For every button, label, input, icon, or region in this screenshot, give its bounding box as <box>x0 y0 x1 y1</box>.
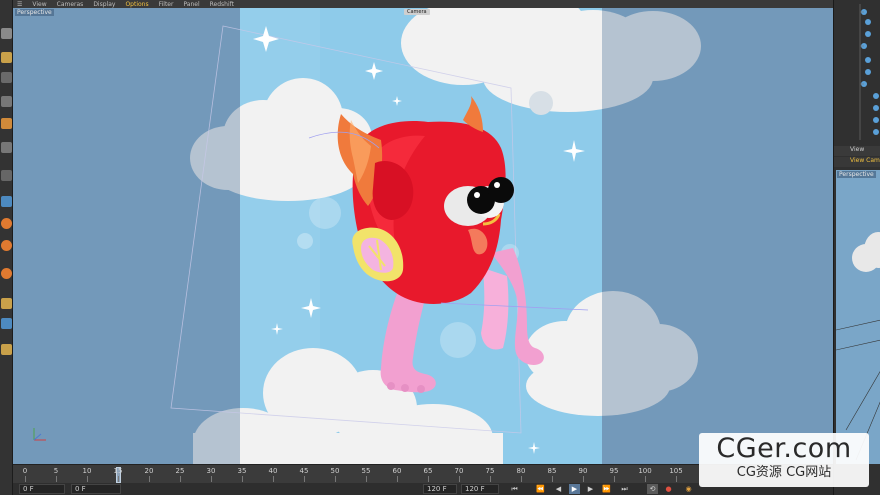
timeline-tick-label: 50 <box>330 467 340 475</box>
watermark-sub-text: CG资源 CG网站 <box>736 465 832 480</box>
perspective-viewport[interactable]: Perspective Camera <box>13 8 833 464</box>
menu-view[interactable]: View <box>32 1 46 8</box>
move-tool-icon[interactable] <box>1 96 12 107</box>
previous-frame-icon[interactable]: ◀ <box>553 484 564 494</box>
right-viewport-label[interactable]: Perspective <box>837 171 876 178</box>
timeline-tick-label: 80 <box>516 467 526 475</box>
active-camera-label[interactable]: Camera <box>404 9 430 15</box>
workplane-icon[interactable] <box>1 318 12 329</box>
timeline-tick-mark <box>676 476 677 482</box>
snap-tool-icon[interactable] <box>1 344 12 355</box>
timeline-tick-label: 15 <box>113 467 123 475</box>
timeline-tick-mark <box>25 476 26 482</box>
checkerboard-tool-icon[interactable] <box>1 52 12 63</box>
menu-cameras[interactable]: Cameras <box>57 1 84 8</box>
timeline-tick-label: 0 <box>22 467 28 475</box>
autokey-icon[interactable]: ◉ <box>683 484 694 494</box>
timeline-tick-label: 10 <box>82 467 92 475</box>
polygon-mode-icon[interactable] <box>1 240 12 251</box>
right-object-manager: View View Cam Perspective <box>833 0 880 495</box>
timeline-tick-mark <box>583 476 584 482</box>
right-view-header[interactable]: View <box>834 146 880 156</box>
grid-tool-icon[interactable] <box>1 72 12 83</box>
point-mode-icon[interactable] <box>1 196 12 207</box>
scene-render <box>13 8 833 464</box>
timeline-tick-label: 65 <box>423 467 433 475</box>
timeline-tick-mark <box>149 476 150 482</box>
start-frame-field[interactable]: 0 F <box>19 484 65 494</box>
timeline-tick-label: 5 <box>53 467 59 475</box>
menu-display[interactable]: Display <box>93 1 115 8</box>
polygon-tool-icon[interactable] <box>1 170 12 181</box>
timeline-tick-label: 45 <box>299 467 309 475</box>
right-view-menu: View Cam <box>834 157 880 167</box>
timeline-tick-mark <box>87 476 88 482</box>
go-to-start-icon[interactable]: ⏮ <box>509 484 520 494</box>
texture-mode-icon[interactable] <box>1 298 12 309</box>
play-button-icon[interactable]: ▶ <box>569 484 580 494</box>
timeline-tick-mark <box>552 476 553 482</box>
timeline-tick-label: 60 <box>392 467 402 475</box>
object-tree <box>859 4 879 140</box>
viewport-menu-bar: ☰ View Cameras Display Options Filter Pa… <box>13 0 833 8</box>
timeline-tick-mark <box>397 476 398 482</box>
viewport-label[interactable]: Perspective <box>15 9 54 16</box>
timeline-tick-label: 85 <box>547 467 557 475</box>
timeline-tick-mark <box>459 476 460 482</box>
next-key-icon[interactable]: ⏩ <box>601 484 612 494</box>
timeline-tick-mark <box>273 476 274 482</box>
timeline-tick-mark <box>304 476 305 482</box>
loop-icon[interactable]: ⟲ <box>647 484 658 494</box>
scale-tool-icon[interactable] <box>1 118 12 129</box>
timeline-tick-label: 25 <box>175 467 185 475</box>
next-frame-icon[interactable]: ▶ <box>585 484 596 494</box>
preview-end-field[interactable]: 120 F <box>461 484 499 494</box>
left-tool-palette <box>0 0 13 495</box>
right-mini-viewport[interactable]: Perspective <box>836 170 880 464</box>
timeline-tick-mark <box>335 476 336 482</box>
timeline-tick-mark <box>118 476 119 482</box>
end-frame-field[interactable]: 120 F <box>423 484 457 494</box>
timeline-tick-label: 30 <box>206 467 216 475</box>
timeline-tick-label: 95 <box>609 467 619 475</box>
menu-redshift[interactable]: Redshift <box>210 1 234 8</box>
current-frame-field[interactable]: 0 F <box>71 484 121 494</box>
timeline-tick-label: 70 <box>454 467 464 475</box>
timeline-tick-mark <box>366 476 367 482</box>
timeline-tick-mark <box>645 476 646 482</box>
cube-tool-icon[interactable] <box>1 28 12 39</box>
hamburger-icon[interactable]: ☰ <box>17 1 22 8</box>
menu-filter[interactable]: Filter <box>159 1 174 8</box>
right-menu-cam[interactable]: Cam <box>866 157 880 164</box>
edge-mode-icon[interactable] <box>1 218 12 229</box>
timeline-tick-mark <box>211 476 212 482</box>
timeline-tick-label: 90 <box>578 467 588 475</box>
timeline-tick-label: 20 <box>144 467 154 475</box>
menu-panel[interactable]: Panel <box>183 1 199 8</box>
cinema4d-window: ☰ View Cameras Display Options Filter Pa… <box>0 0 880 495</box>
go-to-end-icon[interactable]: ⏭ <box>619 484 630 494</box>
previous-key-icon[interactable]: ⏪ <box>535 484 546 494</box>
timeline-tick-mark <box>490 476 491 482</box>
timeline-tick-label: 40 <box>268 467 278 475</box>
timeline-tick-mark <box>428 476 429 482</box>
timeline-tick-label: 75 <box>485 467 495 475</box>
rotate-tool-icon[interactable] <box>1 142 12 153</box>
timeline-tick-mark <box>180 476 181 482</box>
timeline-tick-mark <box>521 476 522 482</box>
watermark-main-text: CGer.com <box>716 433 852 464</box>
watermark: CGer.com CG资源 CG网站 <box>699 433 869 487</box>
timeline-tick-mark <box>56 476 57 482</box>
timeline-tick-label: 100 <box>638 467 652 475</box>
menu-options[interactable]: Options <box>125 1 148 8</box>
timeline-tick-label: 105 <box>669 467 683 475</box>
right-menu-view[interactable]: View <box>850 157 864 164</box>
timeline-tick-label: 35 <box>237 467 247 475</box>
timeline-tick-mark <box>614 476 615 482</box>
record-icon[interactable]: ● <box>663 484 674 494</box>
timeline-tick-label: 55 <box>361 467 371 475</box>
timeline-tick-mark <box>242 476 243 482</box>
object-mode-icon[interactable] <box>1 268 12 279</box>
